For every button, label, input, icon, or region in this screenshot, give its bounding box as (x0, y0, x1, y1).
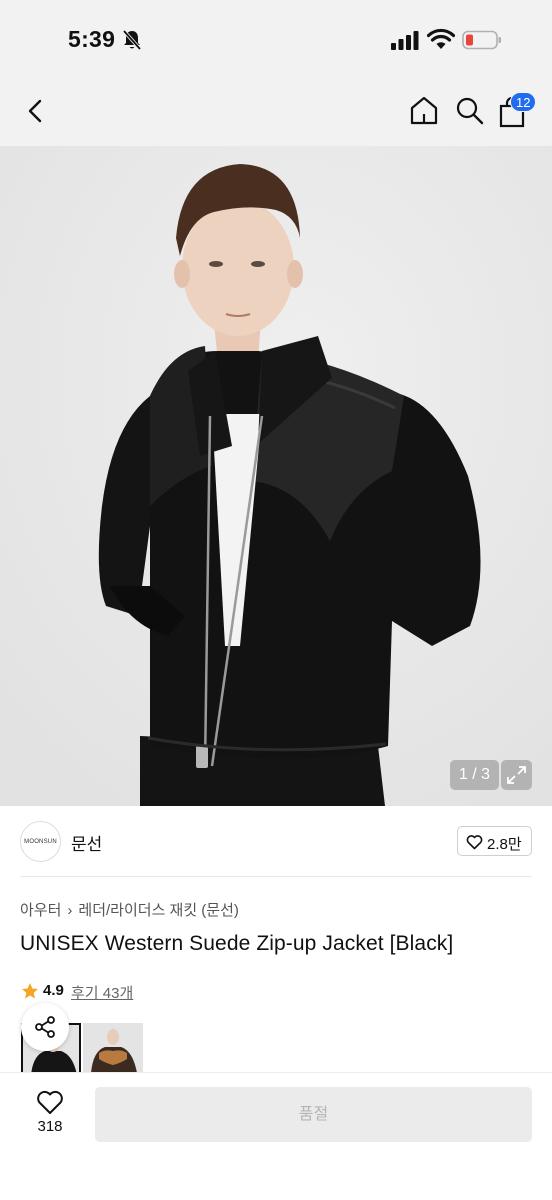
cart-count-badge: 12 (510, 92, 537, 112)
star-icon (22, 983, 38, 999)
share-icon (35, 1016, 55, 1038)
thumbnail-2[interactable] (83, 1023, 143, 1073)
brand-name[interactable]: 문선 (71, 830, 102, 855)
rating-value: 4.9 (43, 982, 64, 999)
breadcrumb-subcategory[interactable]: 레더/라이더스 재킷 (문선) (78, 902, 239, 919)
home-icon[interactable] (408, 94, 440, 128)
brand-logo[interactable]: MOONSUN (20, 821, 61, 862)
heart-icon (466, 835, 483, 850)
thumbnail-image (83, 1023, 143, 1073)
search-icon[interactable] (454, 94, 486, 128)
share-button[interactable] (21, 1003, 69, 1051)
product-image[interactable] (0, 146, 552, 806)
cellular-signal-icon (391, 31, 419, 50)
image-counter: 1 / 3 (450, 760, 499, 790)
battery-low-icon (462, 30, 501, 50)
back-button[interactable] (22, 94, 50, 128)
product-photo (0, 146, 552, 806)
chevron-right-icon: › (67, 902, 73, 919)
status-time: 5:39 (68, 26, 116, 52)
sold-out-button[interactable]: 품절 (95, 1087, 532, 1142)
brand-like-button[interactable]: 2.8만 (457, 826, 532, 856)
brand-like-count: 2.8만 (487, 836, 522, 853)
divider (20, 876, 532, 877)
status-bar: 5:39 (0, 0, 552, 80)
top-navigation-bar (0, 80, 552, 146)
expand-icon (507, 766, 526, 784)
bell-off-icon (122, 29, 142, 51)
expand-button[interactable] (501, 760, 532, 790)
breadcrumb-category[interactable]: 아우터 (20, 902, 61, 919)
product-title: UNISEX Western Suede Zip-up Jacket [Blac… (20, 932, 454, 955)
breadcrumb: 아우터 › 레더/라이더스 재킷 (문선) (20, 899, 239, 920)
wifi-icon (427, 28, 455, 49)
wishlist-heart-icon[interactable] (36, 1089, 64, 1115)
wishlist-count: 318 (37, 1118, 63, 1135)
review-link[interactable]: 후기 43개 (71, 982, 133, 1003)
